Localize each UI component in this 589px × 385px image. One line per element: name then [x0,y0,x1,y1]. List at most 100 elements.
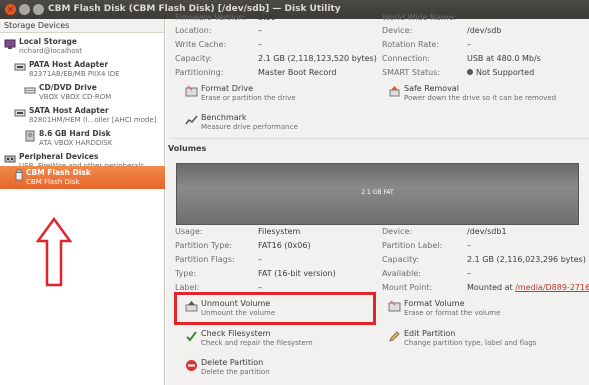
capacity-label: Capacity: [175,54,213,63]
connection-value: USB at 480.0 Mb/s [467,54,541,63]
partitioning-label: Partitioning: [175,68,224,77]
main-panel: Firmware Version: 5.00 World Wide Name: … [166,13,589,385]
mount-point-value: Mounted at /media/D889-2716 [467,283,589,292]
sidebar-item-pata-adapter[interactable]: PATA Host Adapter 82371AB/EB/MB PIIX4 ID… [0,58,165,81]
mount-point-link[interactable]: /media/D889-2716 [515,283,589,292]
partition-label-value: – [467,241,471,250]
volume-device-label: Device: [382,227,413,236]
sidebar-item-sub: CBM Flash Disk [26,178,80,186]
optical-drive-icon [24,87,36,94]
label-label: Label: [175,283,200,292]
benchmark-button[interactable]: Benchmark Measure drive performance [185,113,355,135]
benchmark-icon [185,115,198,125]
location-value: – [258,26,262,35]
mount-point-label: Mount Point: [382,283,433,292]
sidebar-item-hard-disk[interactable]: 8.6 GB Hard Disk ATA VBOX HARDDISK [0,127,165,150]
unmount-volume-desc: Unmount the volume [201,309,276,317]
format-drive-title: Format Drive [201,84,254,93]
sidebar-item-label: CD/DVD Drive [39,83,97,92]
format-volume-desc: Erase or format the volume [404,309,501,317]
delete-partition-desc: Delete the partition [201,368,270,376]
mount-point-prefix: Mounted at [467,283,513,292]
title-bar: ✕ CBM Flash Disk (CBM Flash Disk) [/dev/… [0,0,589,19]
sidebar-item-cbm-flash-disk[interactable]: CBM Flash Disk CBM Flash Disk [0,166,165,189]
write-cache-label: Write Cache: [175,40,227,49]
section-divider [170,138,589,139]
format-volume-button[interactable]: Format Volume Erase or format the volume [388,299,568,321]
volume-partition-bar[interactable]: 2.1 GB FAT [176,163,579,225]
check-filesystem-button[interactable]: Check Filesystem Check and repair the fi… [185,329,365,351]
format-volume-title: Format Volume [404,299,465,308]
firmware-version-label: Firmware Version: [175,13,247,22]
partition-flags-label: Partition Flags: [175,255,235,264]
maximize-button[interactable] [33,4,44,15]
sidebar: Storage Devices Local Storage richard@lo… [0,19,165,385]
check-filesystem-title: Check Filesystem [201,329,271,338]
sidebar-item-sub: 82801HM/HEM (I...oller [AHCI mode] [29,116,157,124]
type-value: FAT (16-bit version) [258,269,336,278]
format-drive-desc: Erase or partition the drive [201,94,296,102]
edit-partition-button[interactable]: Edit Partition Change partition type, la… [388,329,578,351]
format-drive-button[interactable]: Format Drive Erase or partition the driv… [185,84,355,106]
minimize-button[interactable] [19,4,30,15]
usb-icon [4,155,16,163]
close-button[interactable]: ✕ [5,4,16,15]
controller-icon [14,109,26,117]
smart-status-value: Not Supported [467,68,534,77]
benchmark-desc: Measure drive performance [201,123,298,131]
computer-icon [4,39,16,49]
volume-capacity-label: Capacity: [382,255,420,264]
safe-removal-button[interactable]: Safe Removal Power down the drive so it … [388,84,588,106]
delete-partition-title: Delete Partition [201,358,264,367]
format-volume-icon [388,300,401,312]
sidebar-item-label: PATA Host Adapter [29,60,109,69]
rotation-rate-label: Rotation Rate: [382,40,440,49]
label-value: – [258,283,262,292]
edit-partition-title: Edit Partition [404,329,456,338]
sidebar-item-label: CBM Flash Disk [26,168,91,177]
unmount-volume-title: Unmount Volume [201,299,271,308]
safe-removal-desc: Power down the drive so it can be remove… [404,94,557,102]
smart-status-text: Not Supported [476,68,535,77]
partition-label-label: Partition Label: [382,241,443,250]
hard-disk-icon [25,130,35,142]
wwn-label: World Wide Name: [382,13,457,22]
delete-partition-button[interactable]: Delete Partition Delete the partition [185,358,365,380]
annotation-arrow-icon [36,217,72,287]
smart-status-dot-icon [467,69,473,75]
edit-partition-icon [389,331,400,342]
unmount-volume-button[interactable]: Unmount Volume Unmount the volume [185,299,365,321]
sidebar-item-cd-dvd-drive[interactable]: CD/DVD Drive VBOX VBOX CD-ROM [0,81,165,104]
sidebar-item-sub: richard@localhost [19,47,83,55]
volumes-section-title: Volumes [168,144,207,153]
check-filesystem-icon [186,331,197,342]
partition-flags-value: – [258,255,262,264]
firmware-version-value: 5.00 [258,13,276,22]
benchmark-title: Benchmark [201,113,247,122]
partition-type-value: FAT16 (0x06) [258,241,311,250]
sidebar-item-label: Local Storage [19,37,77,46]
smart-status-label: SMART Status: [382,68,441,77]
available-value: – [467,269,471,278]
sidebar-item-sub: VBOX VBOX CD-ROM [39,93,112,101]
controller-icon [14,63,26,71]
edit-partition-desc: Change partition type, label and flags [404,339,537,347]
available-label: Available: [382,269,421,278]
write-cache-value: – [258,40,262,49]
unmount-icon [185,301,198,312]
flash-drive-icon [15,169,23,181]
sidebar-item-local-storage[interactable]: Local Storage richard@localhost [0,35,165,58]
format-drive-icon [185,85,198,97]
safe-removal-icon [389,86,400,97]
check-filesystem-desc: Check and repair the filesystem [201,339,313,347]
usage-value: Filesystem [258,227,301,236]
connection-label: Connection: [382,54,430,63]
sidebar-item-sub: 82371AB/EB/MB PIIX4 IDE [29,70,120,78]
delete-icon [186,360,197,371]
safe-removal-title: Safe Removal [404,84,459,93]
volume-capacity-value: 2.1 GB (2,116,023,296 bytes) [467,255,586,264]
partitioning-value: Master Boot Record [258,68,337,77]
sidebar-item-sata-adapter[interactable]: SATA Host Adapter 82801HM/HEM (I...oller… [0,104,165,127]
volume-bar-label: 2.1 GB FAT [361,189,394,196]
capacity-value: 2.1 GB (2,118,123,520 bytes) [258,54,377,63]
